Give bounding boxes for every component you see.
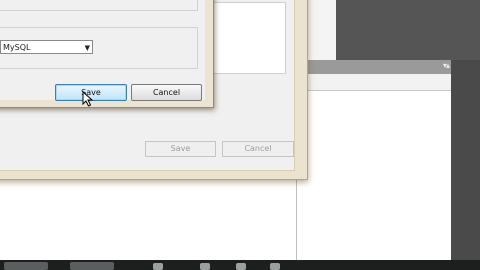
db-type-select[interactable]: MySQL ▼ <box>0 40 93 54</box>
desktop-background-edge <box>450 60 480 260</box>
parent-window-list <box>210 2 286 74</box>
taskbar-icon-2[interactable] <box>200 263 210 270</box>
background-window[interactable]: ▾▴ <box>296 60 451 260</box>
dialog-top-group <box>0 0 198 11</box>
parent-cancel-button[interactable]: Cancel <box>222 141 294 157</box>
background-window-titlebar[interactable]: ▾▴ <box>297 60 451 74</box>
window-controls[interactable]: ▾▴ <box>443 61 450 70</box>
background-window-toolbar <box>297 74 451 91</box>
taskbar-icon-3[interactable] <box>236 263 246 270</box>
dialog-cancel-button[interactable]: Cancel <box>131 84 202 101</box>
desktop-background-dark <box>336 0 480 60</box>
mouse-pointer-icon <box>82 91 94 107</box>
parent-save-button[interactable]: Save <box>145 141 216 157</box>
taskbar-icon-4[interactable] <box>270 263 280 270</box>
dropdown-arrow-icon[interactable]: ▼ <box>85 41 90 55</box>
db-type-select-value: MySQL <box>3 43 31 52</box>
taskbar-icon-1[interactable] <box>153 263 163 270</box>
taskbar-item-1[interactable] <box>4 262 48 270</box>
taskbar-item-2[interactable] <box>70 262 114 270</box>
